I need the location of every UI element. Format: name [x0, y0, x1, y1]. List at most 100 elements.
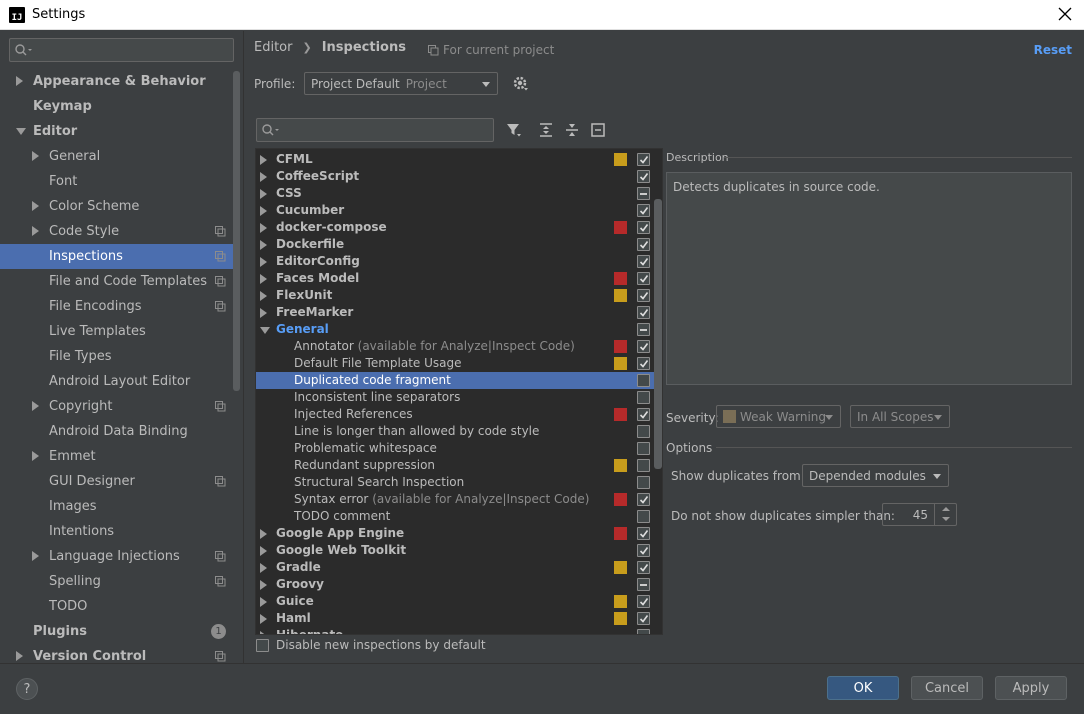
inspection-row[interactable]: Default File Template Usage [256, 355, 654, 372]
inspection-enabled-checkbox[interactable] [637, 170, 650, 183]
inspection-group-row[interactable]: Dockerfile [256, 236, 654, 253]
inspection-row[interactable]: Syntax error (available for Analyze|Insp… [256, 491, 654, 508]
sidebar-item-file-encodings[interactable]: File Encodings [0, 294, 232, 319]
chevron-right-icon[interactable] [260, 155, 267, 165]
min-duplicate-size-spinner[interactable]: 45 [882, 503, 957, 526]
chevron-right-icon[interactable] [16, 651, 23, 661]
spinner-up-icon[interactable] [942, 507, 950, 511]
sidebar-item-appearance-behavior[interactable]: Appearance & Behavior [0, 69, 232, 94]
chevron-right-icon[interactable] [260, 614, 267, 624]
chevron-right-icon[interactable] [260, 631, 267, 634]
inspection-enabled-checkbox[interactable] [637, 289, 650, 302]
inspection-row[interactable]: Duplicated code fragment [256, 372, 654, 389]
inspection-enabled-checkbox[interactable] [637, 510, 650, 523]
inspection-enabled-checkbox[interactable] [637, 408, 650, 421]
inspection-group-row[interactable]: FlexUnit [256, 287, 654, 304]
chevron-right-icon[interactable] [260, 257, 267, 267]
inspection-group-row[interactable]: CFML [256, 151, 654, 168]
disable-new-inspections-checkbox[interactable] [256, 638, 269, 652]
cancel-button[interactable]: Cancel [911, 676, 983, 700]
inspection-enabled-checkbox[interactable] [637, 561, 650, 574]
chevron-right-icon[interactable] [260, 546, 267, 556]
inspection-group-row[interactable]: Haml [256, 610, 654, 627]
sidebar-item-android-data-binding[interactable]: Android Data Binding [0, 419, 232, 444]
chevron-right-icon[interactable] [260, 597, 267, 607]
inspection-enabled-checkbox[interactable] [637, 153, 650, 166]
sidebar-item-inspections[interactable]: Inspections [0, 244, 240, 269]
sidebar-item-android-layout-editor[interactable]: Android Layout Editor [0, 369, 232, 394]
inspection-row[interactable]: Structural Search Inspection [256, 474, 654, 491]
spinner-buttons[interactable] [934, 504, 956, 525]
chevron-down-icon[interactable] [16, 128, 26, 135]
sidebar-item-plugins[interactable]: Plugins 1 [0, 619, 232, 644]
inspection-enabled-checkbox[interactable] [637, 629, 650, 634]
expand-all-icon[interactable] [538, 122, 554, 141]
reset-to-default-icon[interactable] [590, 122, 606, 141]
inspection-enabled-checkbox[interactable] [637, 255, 650, 268]
inspection-enabled-checkbox[interactable] [637, 595, 650, 608]
inspection-enabled-checkbox[interactable] [637, 187, 650, 200]
severity-dropdown[interactable]: Weak Warning [716, 405, 841, 428]
inspection-row[interactable]: Annotator (available for Analyze|Inspect… [256, 338, 654, 355]
sidebar-item-color-scheme[interactable]: Color Scheme [0, 194, 232, 219]
inspection-group-row[interactable]: Faces Model [256, 270, 654, 287]
disable-new-inspections-option[interactable]: Disable new inspections by default [256, 638, 486, 652]
inspection-enabled-checkbox[interactable] [637, 204, 650, 217]
sidebar-item-keymap[interactable]: Keymap [0, 94, 232, 119]
show-duplicates-dropdown[interactable]: Depended modules [802, 464, 949, 487]
chevron-right-icon[interactable] [32, 451, 39, 461]
filter-icon[interactable] [506, 122, 522, 141]
chevron-right-icon[interactable] [16, 76, 23, 86]
inspection-enabled-checkbox[interactable] [637, 306, 650, 319]
inspection-group-row[interactable]: Google Web Toolkit [256, 542, 654, 559]
chevron-right-icon[interactable] [32, 201, 39, 211]
sidebar-item-general[interactable]: General [0, 144, 232, 169]
inspection-enabled-checkbox[interactable] [637, 527, 650, 540]
inspection-group-row[interactable]: EditorConfig [256, 253, 654, 270]
tree-scrollbar[interactable] [233, 71, 240, 391]
sidebar-item-file-types[interactable]: File Types [0, 344, 232, 369]
sidebar-item-emmet[interactable]: Emmet [0, 444, 232, 469]
inspection-group-row[interactable]: General [256, 321, 654, 338]
sidebar-item-gui-designer[interactable]: GUI Designer [0, 469, 232, 494]
inspection-group-row[interactable]: Google App Engine [256, 525, 654, 542]
inspection-row[interactable]: TODO comment [256, 508, 654, 525]
inspection-row[interactable]: Injected References [256, 406, 654, 423]
apply-button[interactable]: Apply [995, 676, 1067, 700]
inspection-group-row[interactable]: Guice [256, 593, 654, 610]
inspection-group-row[interactable]: Hibernate [256, 627, 654, 634]
sidebar-item-images[interactable]: Images [0, 494, 232, 519]
inspection-tree-scrollbar[interactable] [654, 199, 662, 469]
chevron-right-icon[interactable] [260, 172, 267, 182]
sidebar-item-live-templates[interactable]: Live Templates [0, 319, 232, 344]
chevron-right-icon[interactable] [260, 206, 267, 216]
inspection-row[interactable]: Problematic whitespace [256, 440, 654, 457]
chevron-right-icon[interactable] [260, 291, 267, 301]
inspection-enabled-checkbox[interactable] [637, 323, 650, 336]
chevron-right-icon[interactable] [260, 274, 267, 284]
inspection-enabled-checkbox[interactable] [637, 612, 650, 625]
inspection-row[interactable]: Inconsistent line separators [256, 389, 654, 406]
chevron-right-icon[interactable] [32, 151, 39, 161]
chevron-right-icon[interactable] [260, 580, 267, 590]
settings-search-input[interactable] [9, 38, 234, 62]
inspection-enabled-checkbox[interactable] [637, 425, 650, 438]
inspection-enabled-checkbox[interactable] [637, 493, 650, 506]
inspection-search-input[interactable] [256, 118, 494, 142]
breadcrumb-parent[interactable]: Editor [254, 40, 292, 55]
inspection-group-row[interactable]: Groovy [256, 576, 654, 593]
inspection-group-row[interactable]: FreeMarker [256, 304, 654, 321]
inspection-enabled-checkbox[interactable] [637, 357, 650, 370]
inspection-enabled-checkbox[interactable] [637, 272, 650, 285]
chevron-down-icon[interactable] [260, 327, 270, 334]
chevron-right-icon[interactable] [32, 551, 39, 561]
sidebar-item-file-and-code-templates[interactable]: File and Code Templates [0, 269, 232, 294]
inspection-enabled-checkbox[interactable] [637, 391, 650, 404]
inspection-enabled-checkbox[interactable] [637, 221, 650, 234]
sidebar-item-code-style[interactable]: Code Style [0, 219, 232, 244]
help-button[interactable]: ? [16, 678, 38, 700]
sidebar-item-copyright[interactable]: Copyright [0, 394, 232, 419]
sidebar-item-editor[interactable]: Editor [0, 119, 232, 144]
chevron-right-icon[interactable] [260, 529, 267, 539]
collapse-all-icon[interactable] [564, 122, 580, 141]
